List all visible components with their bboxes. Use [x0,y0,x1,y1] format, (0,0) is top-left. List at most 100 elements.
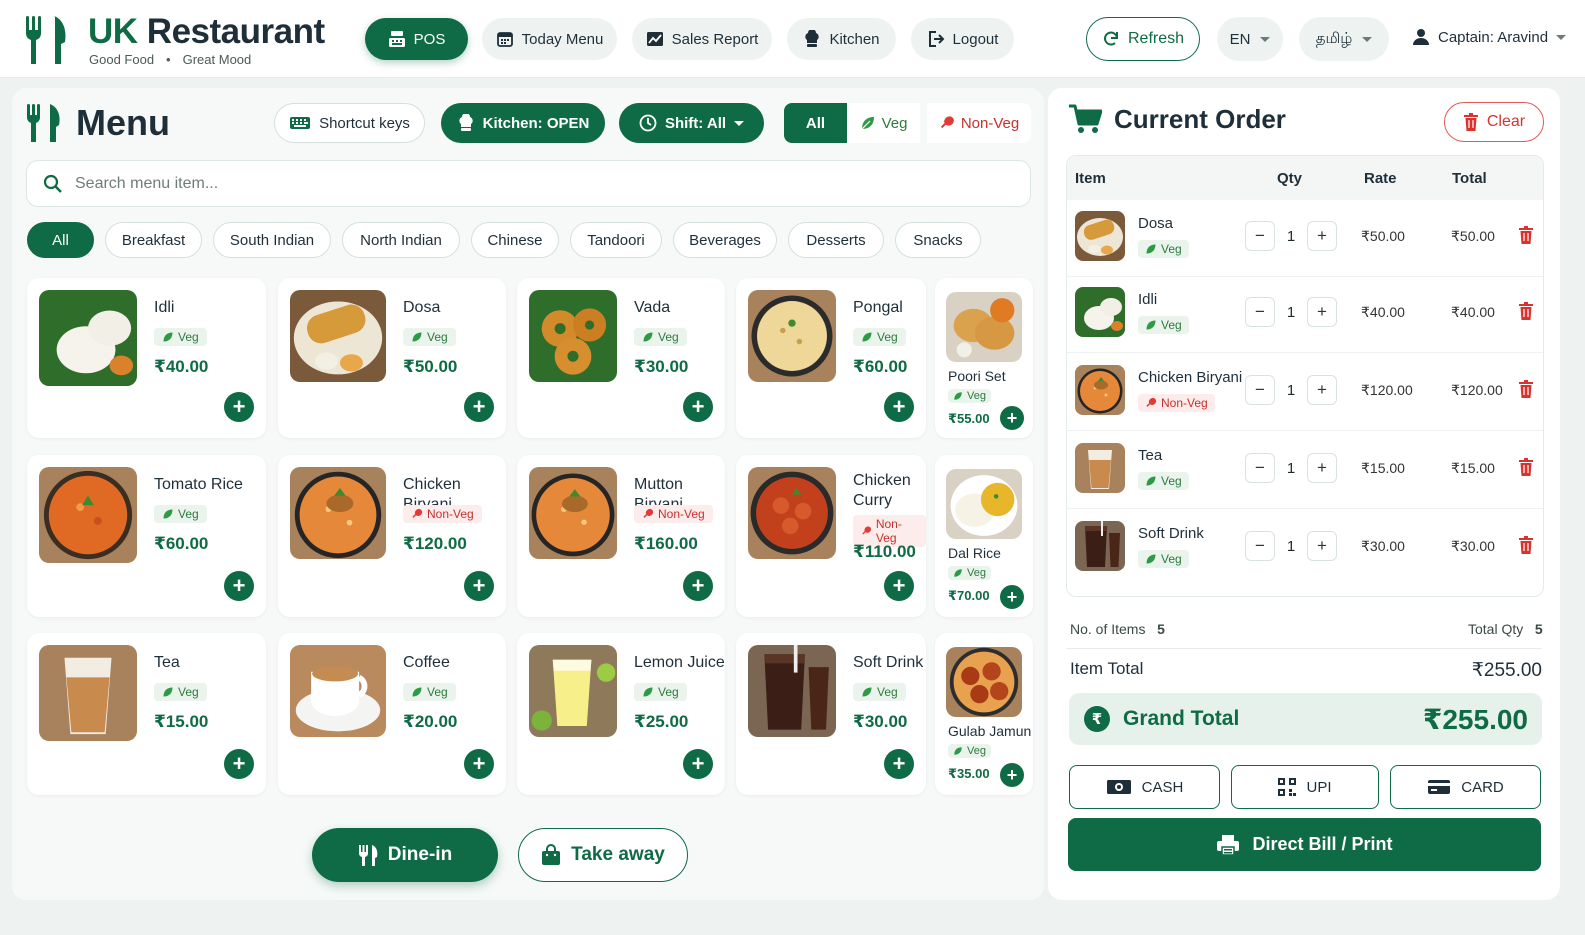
plus-icon: + [232,751,246,776]
dine-in-button[interactable]: Dine-in [312,828,498,882]
pay-upi-button[interactable]: UPI [1231,765,1379,809]
clear-order-button[interactable]: Clear [1444,102,1544,142]
menu-item-card[interactable]: Chicken Curry Non-Veg ₹110.00 + [736,455,926,617]
add-item-button[interactable]: + [464,749,494,779]
direct-bill-print-button[interactable]: Direct Bill / Print [1068,818,1541,871]
order-item-rate: ₹120.00 [1361,382,1413,398]
add-item-button[interactable]: + [464,392,494,422]
add-item-button[interactable]: + [224,571,254,601]
add-item-button[interactable]: + [683,749,713,779]
category-all[interactable]: All [27,222,94,258]
increase-qty-button[interactable]: + [1307,531,1337,561]
nav-pos-label: POS [413,30,446,48]
order-item-rate: ₹15.00 [1361,460,1405,476]
increase-qty-button[interactable]: + [1307,297,1337,327]
shopping-bag-icon [542,844,561,865]
add-item-button[interactable]: + [464,571,494,601]
category-breakfast[interactable]: Breakfast [105,222,202,258]
add-item-button[interactable]: + [1000,763,1024,787]
trash-icon[interactable] [1519,536,1533,554]
language-select-en[interactable]: EN [1217,17,1283,61]
category-snacks[interactable]: Snacks [895,222,981,258]
add-item-button[interactable]: + [884,749,914,779]
menu-item-image [529,467,617,559]
captain-menu[interactable]: Captain: Aravind [1412,28,1567,46]
filter-nonveg[interactable]: Non-Veg [927,103,1031,143]
menu-item-price: ₹70.00 [948,588,990,603]
nav-logout[interactable]: Logout [911,18,1014,60]
quantity-stepper: − 1 + [1245,221,1337,251]
jamun-food-image [946,647,1022,717]
order-row: Dosa Veg − 1 + ₹50.00 ₹50.00 [1067,199,1543,277]
trash-icon[interactable] [1519,458,1533,476]
pay-cash-button[interactable]: CASH [1069,765,1220,809]
category-desserts[interactable]: Desserts [788,222,884,258]
filter-veg[interactable]: Veg [847,103,920,143]
shortcut-keys-button[interactable]: Shortcut keys [274,103,425,143]
add-item-button[interactable]: + [683,392,713,422]
item-total: Item Total ₹255.00 [1070,659,1542,681]
decrease-qty-button[interactable]: − [1245,453,1275,483]
add-item-button[interactable]: + [224,392,254,422]
nav-today-menu[interactable]: Today Menu [482,18,617,60]
pos-register-icon [388,31,405,47]
menu-item-card[interactable]: Dal Rice Veg ₹70.00 + [935,455,1033,617]
menu-item-name: Tomato Rice [154,476,243,493]
menu-item-image [39,290,137,386]
menu-item-card[interactable]: Coffee Veg ₹20.00 + [278,633,506,795]
filter-all[interactable]: All [784,103,847,143]
menu-item-card[interactable]: Gulab Jamun Veg ₹35.00 + [935,633,1033,795]
nav-pos[interactable]: POS [365,18,468,60]
decrease-qty-button[interactable]: − [1245,531,1275,561]
menu-item-card[interactable]: Mutton BiryaniNon-Veg₹160.00+ [517,455,725,617]
menu-item-name: Dosa [403,299,441,316]
trash-icon[interactable] [1519,302,1533,320]
search-input[interactable] [75,174,975,193]
increase-qty-button[interactable]: + [1307,453,1337,483]
category-chinese[interactable]: Chinese [471,222,559,258]
menu-item-card[interactable]: Lemon Juice Veg ₹25.00 + [517,633,725,795]
kitchen-status-button[interactable]: Kitchen: OPEN [441,103,605,143]
add-item-button[interactable]: + [884,571,914,601]
add-item-button[interactable]: + [683,571,713,601]
category-tandoori[interactable]: Tandoori [570,222,662,258]
add-item-button[interactable]: + [1000,585,1024,609]
menu-item-card[interactable]: Soft Drink Veg ₹30.00 + [736,633,926,795]
decrease-qty-button[interactable]: − [1245,221,1275,251]
language-select-ta[interactable]: தமிழ் [1299,17,1389,61]
add-item-button[interactable]: + [1000,406,1024,430]
menu-item-card[interactable]: Dosa Veg ₹50.00 + [278,278,506,438]
shift-select[interactable]: Shift: All [619,103,764,143]
nav-sales-report[interactable]: Sales Report [632,18,772,60]
pay-card-button[interactable]: CARD [1390,765,1541,809]
nav-kitchen[interactable]: Kitchen [787,18,896,60]
chicken-leg-icon [643,508,654,518]
order-item-name: Tea [1138,447,1163,464]
decrease-qty-button[interactable]: − [1245,375,1275,405]
menu-item-card[interactable]: Tea Veg ₹15.00 + [27,633,266,795]
increase-qty-button[interactable]: + [1307,221,1337,251]
menu-item-card[interactable]: Pongal Veg ₹60.00 + [736,278,926,438]
add-item-button[interactable]: + [884,392,914,422]
category-beverages[interactable]: Beverages [673,222,777,258]
menu-item-card[interactable]: Chicken BiryaniNon-Veg₹120.00+ [278,455,506,617]
decrease-qty-button[interactable]: − [1245,297,1275,327]
leaf-icon [1146,244,1156,254]
leaf-icon [862,332,872,342]
leaf-icon [954,569,962,577]
plus-icon: + [1317,380,1327,399]
take-away-button[interactable]: Take away [518,828,688,882]
menu-item-card[interactable]: Idli Veg ₹40.00 + [27,278,266,438]
menu-item-card[interactable]: Poori Set Veg ₹55.00 + [935,278,1033,438]
increase-qty-button[interactable]: + [1307,375,1337,405]
category-label: Desserts [806,231,866,249]
category-north-indian[interactable]: North Indian [342,222,460,258]
category-south-indian[interactable]: South Indian [213,222,331,258]
refresh-button[interactable]: Refresh [1086,17,1200,61]
trash-icon[interactable] [1519,380,1533,398]
menu-item-card[interactable]: Vada Veg ₹30.00 + [517,278,725,438]
trash-icon[interactable] [1519,226,1533,244]
menu-item-card[interactable]: Tomato Rice Veg ₹60.00 + [27,455,266,617]
order-item-image [1075,521,1125,571]
add-item-button[interactable]: + [224,749,254,779]
